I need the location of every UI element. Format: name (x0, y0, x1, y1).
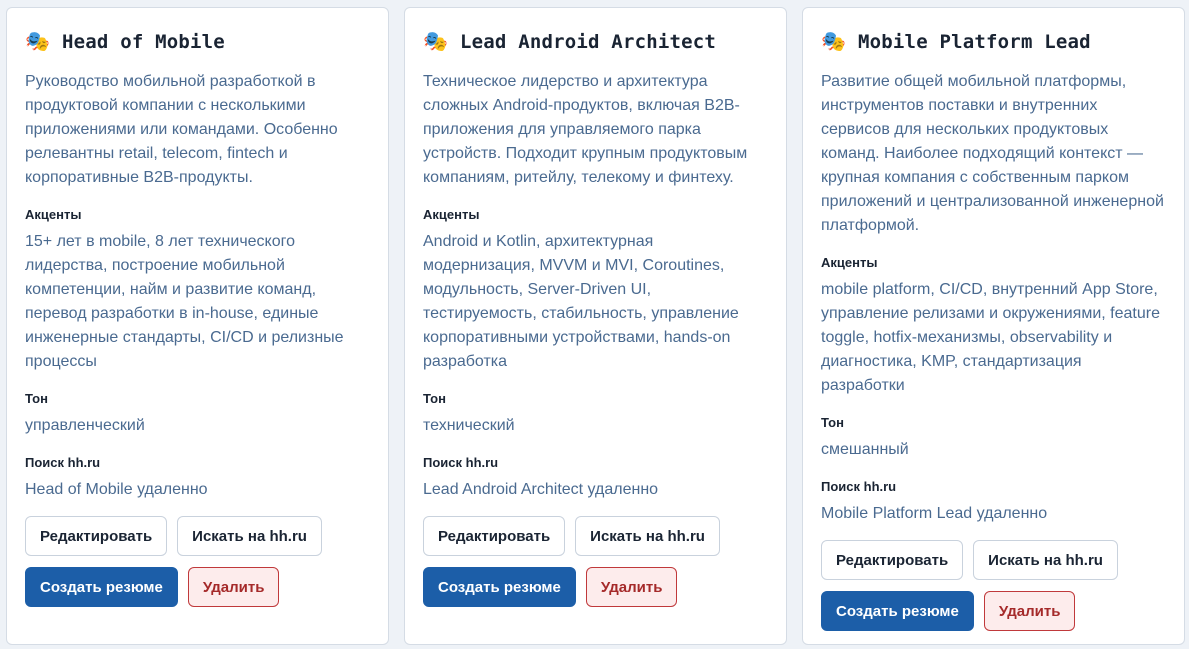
card-actions-secondary: Создать резюме Удалить (25, 567, 370, 607)
theater-masks-icon: 🎭 (423, 31, 448, 53)
delete-button[interactable]: Удалить (983, 591, 1076, 631)
create-resume-button[interactable]: Создать резюме (821, 591, 974, 631)
tone-value: смешанный (821, 441, 909, 458)
accents-value: mobile platform, CI/CD, внутренний App S… (821, 281, 1160, 394)
search-query: Lead Android Architect удаленно (423, 481, 659, 498)
card-header: 🎭 Head of Mobile (25, 30, 370, 54)
search-hh-button[interactable]: Искать на hh.ru (177, 516, 322, 556)
card-header: 🎭 Lead Android Architect (423, 30, 768, 54)
tone-label: Тон (423, 391, 446, 406)
accents-value: Android и Kotlin, архитектурная модерниз… (423, 233, 739, 370)
card-actions-secondary: Создать резюме Удалить (821, 591, 1166, 631)
card-actions-primary: Редактировать Искать на hh.ru (821, 540, 1166, 580)
create-resume-button[interactable]: Создать резюме (423, 567, 576, 607)
create-resume-button[interactable]: Создать резюме (25, 567, 178, 607)
search-hh-button[interactable]: Искать на hh.ru (973, 540, 1118, 580)
card-title: Lead Android Architect (460, 31, 717, 53)
edit-button[interactable]: Редактировать (25, 516, 168, 556)
profile-card-head-of-mobile: 🎭 Head of Mobile Руководство мобильной р… (6, 7, 389, 645)
card-description: Техническое лидерство и архитектура слож… (423, 73, 748, 186)
search-label: Поиск hh.ru (423, 455, 499, 470)
card-header: 🎭 Mobile Platform Lead (821, 30, 1166, 54)
delete-button[interactable]: Удалить (187, 567, 280, 607)
tone-label: Тон (25, 391, 48, 406)
profile-cards-grid: 🎭 Head of Mobile Руководство мобильной р… (0, 0, 1189, 649)
accents-value: 15+ лет в mobile, 8 лет технического лид… (25, 233, 344, 370)
tone-value: управленческий (25, 417, 145, 434)
tone-value: технический (423, 417, 515, 434)
theater-masks-icon: 🎭 (25, 31, 50, 53)
card-description: Развитие общей мобильной платформы, инст… (821, 73, 1164, 234)
card-description: Руководство мобильной разработкой в прод… (25, 73, 338, 186)
delete-button[interactable]: Удалить (585, 567, 678, 607)
accents-label: Акценты (423, 207, 480, 222)
search-label: Поиск hh.ru (25, 455, 101, 470)
card-actions-secondary: Создать резюме Удалить (423, 567, 768, 607)
card-actions-primary: Редактировать Искать на hh.ru (423, 516, 768, 556)
search-hh-button[interactable]: Искать на hh.ru (575, 516, 720, 556)
search-query: Head of Mobile удаленно (25, 481, 208, 498)
edit-button[interactable]: Редактировать (821, 540, 964, 580)
tone-label: Тон (821, 415, 844, 430)
accents-label: Акценты (821, 255, 878, 270)
accents-label: Акценты (25, 207, 82, 222)
search-label: Поиск hh.ru (821, 479, 897, 494)
theater-masks-icon: 🎭 (821, 31, 846, 53)
search-query: Mobile Platform Lead удаленно (821, 505, 1048, 522)
card-title: Head of Mobile (62, 31, 225, 53)
card-actions-primary: Редактировать Искать на hh.ru (25, 516, 370, 556)
profile-card-lead-android-architect: 🎭 Lead Android Architect Техническое лид… (404, 7, 787, 645)
card-title: Mobile Platform Lead (858, 31, 1091, 53)
edit-button[interactable]: Редактировать (423, 516, 566, 556)
profile-card-mobile-platform-lead: 🎭 Mobile Platform Lead Развитие общей мо… (802, 7, 1185, 645)
